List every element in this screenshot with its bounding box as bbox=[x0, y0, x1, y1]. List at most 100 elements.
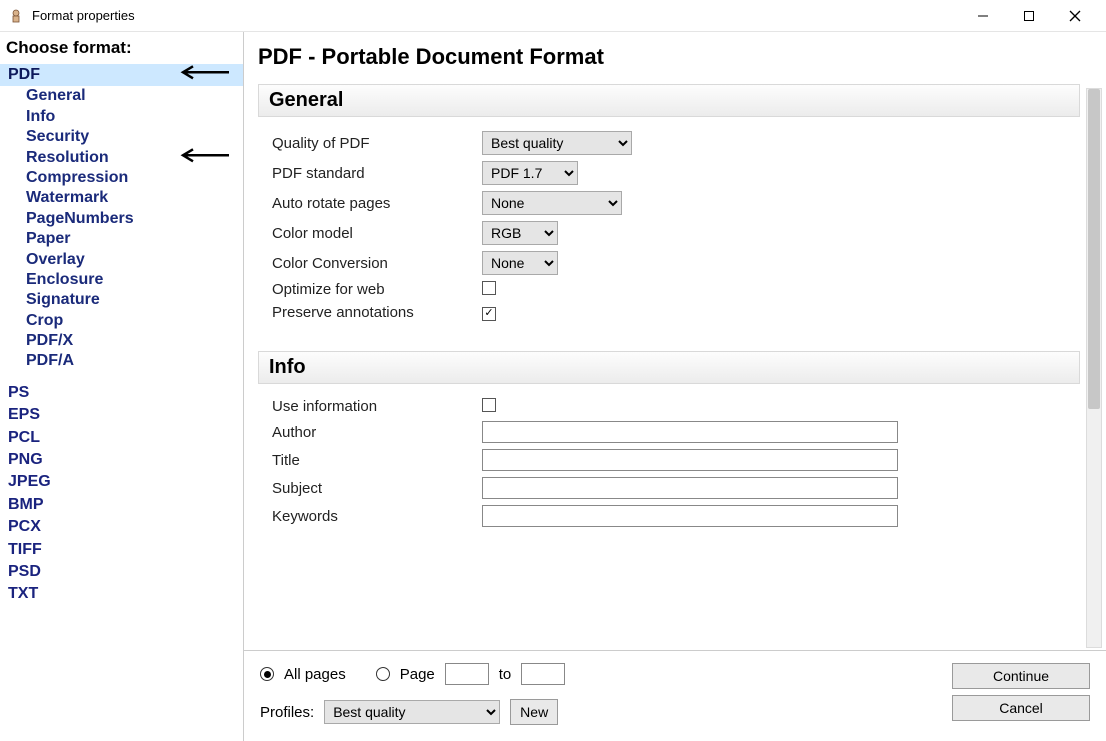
footer: All pages Page to Profiles: Best quality… bbox=[244, 650, 1106, 741]
sidebar-title: Choose format: bbox=[0, 36, 243, 64]
sidebar-item-label: Info bbox=[26, 108, 55, 125]
row-author: Author bbox=[258, 421, 1080, 443]
pdf-child-pdfx[interactable]: PDF/X bbox=[0, 331, 243, 351]
format-item-pcx[interactable]: PCX bbox=[0, 516, 243, 538]
cancel-button[interactable]: Cancel bbox=[952, 695, 1090, 721]
pdf-child-signature[interactable]: Signature bbox=[0, 290, 243, 310]
select-quality[interactable]: Best quality bbox=[482, 131, 632, 155]
format-label: JPEG bbox=[8, 473, 51, 490]
format-item-bmp[interactable]: BMP bbox=[0, 494, 243, 516]
label-profiles: Profiles: bbox=[260, 704, 314, 721]
checkbox-preserve[interactable]: ✓ bbox=[482, 307, 496, 321]
new-profile-button[interactable]: New bbox=[510, 699, 558, 725]
sidebar-item-label: Enclosure bbox=[26, 271, 103, 288]
format-label: EPS bbox=[8, 406, 40, 423]
pdf-child-pagenumbers[interactable]: PageNumbers bbox=[0, 209, 243, 229]
button-label: Continue bbox=[993, 668, 1049, 684]
input-subject[interactable] bbox=[482, 477, 898, 499]
pdf-child-security[interactable]: Security bbox=[0, 127, 243, 147]
format-item-jpeg[interactable]: JPEG bbox=[0, 471, 243, 493]
sidebar-item-label: Resolution bbox=[26, 149, 109, 166]
radio-all-pages[interactable] bbox=[260, 667, 274, 681]
input-page-from[interactable] bbox=[445, 663, 489, 685]
sidebar-item-label: Compression bbox=[26, 169, 128, 186]
main-panel: PDF - Portable Document Format General Q… bbox=[244, 32, 1106, 741]
button-label: Cancel bbox=[999, 700, 1043, 716]
pdf-child-info[interactable]: Info bbox=[0, 107, 243, 127]
format-label: PNG bbox=[8, 451, 43, 468]
row-autorotate: Auto rotate pages None bbox=[258, 191, 1080, 215]
section-header-info: Info bbox=[258, 351, 1080, 384]
pdf-child-overlay[interactable]: Overlay bbox=[0, 250, 243, 270]
format-label: TIFF bbox=[8, 541, 42, 558]
sidebar-item-label: Security bbox=[26, 128, 89, 145]
window-controls bbox=[960, 0, 1098, 32]
continue-button[interactable]: Continue bbox=[952, 663, 1090, 689]
sidebar-item-label: Watermark bbox=[26, 189, 108, 206]
input-page-to[interactable] bbox=[521, 663, 565, 685]
format-label: TXT bbox=[8, 585, 38, 602]
label-optimize: Optimize for web bbox=[272, 281, 482, 298]
row-quality: Quality of PDF Best quality bbox=[258, 131, 1080, 155]
row-colormodel: Color model RGB bbox=[258, 221, 1080, 245]
format-item-pcl[interactable]: PCL bbox=[0, 427, 243, 449]
format-item-png[interactable]: PNG bbox=[0, 449, 243, 471]
label-autorotate: Auto rotate pages bbox=[272, 195, 482, 212]
scrollbar-thumb[interactable] bbox=[1088, 89, 1100, 409]
input-title[interactable] bbox=[482, 449, 898, 471]
format-item-eps[interactable]: EPS bbox=[0, 404, 243, 426]
pdf-child-watermark[interactable]: Watermark bbox=[0, 188, 243, 208]
input-author[interactable] bbox=[482, 421, 898, 443]
input-keywords[interactable] bbox=[482, 505, 898, 527]
format-label: BMP bbox=[8, 496, 44, 513]
pdf-child-resolution[interactable]: Resolution bbox=[0, 148, 243, 168]
sidebar-item-label: Overlay bbox=[26, 251, 85, 268]
sidebar-item-label: PageNumbers bbox=[26, 210, 134, 227]
arrow-annotation-icon bbox=[177, 64, 231, 85]
format-label: PS bbox=[8, 384, 29, 401]
select-autorotate[interactable]: None bbox=[482, 191, 622, 215]
label-to: to bbox=[499, 666, 512, 683]
checkbox-useinfo[interactable] bbox=[482, 398, 496, 412]
pdf-child-general[interactable]: General bbox=[0, 86, 243, 106]
select-standard[interactable]: PDF 1.7 bbox=[482, 161, 578, 185]
pdf-child-paper[interactable]: Paper bbox=[0, 229, 243, 249]
radio-page-range[interactable] bbox=[376, 667, 390, 681]
format-item-psd[interactable]: PSD bbox=[0, 561, 243, 583]
select-profiles[interactable]: Best quality bbox=[324, 700, 500, 724]
close-button[interactable] bbox=[1052, 0, 1098, 32]
format-item-tiff[interactable]: TIFF bbox=[0, 539, 243, 561]
checkbox-optimize[interactable] bbox=[482, 281, 496, 295]
format-label: PCL bbox=[8, 429, 40, 446]
profiles-row: Profiles: Best quality New bbox=[260, 699, 932, 725]
label-preserve: Preserve annotations bbox=[272, 304, 482, 321]
sidebar-item-label: Crop bbox=[26, 312, 63, 329]
sidebar-item-label: Signature bbox=[26, 291, 100, 308]
maximize-button[interactable] bbox=[1006, 0, 1052, 32]
select-colormodel[interactable]: RGB bbox=[482, 221, 558, 245]
sidebar-item-label: PDF/X bbox=[26, 332, 73, 349]
page-range-row: All pages Page to bbox=[260, 663, 932, 685]
page-title: PDF - Portable Document Format bbox=[258, 44, 1080, 70]
format-item-ps[interactable]: PS bbox=[0, 382, 243, 404]
format-item-pdf[interactable]: PDF bbox=[0, 64, 243, 86]
sidebar-item-label: PDF/A bbox=[26, 352, 74, 369]
label-page: Page bbox=[400, 666, 435, 683]
label-all-pages: All pages bbox=[284, 666, 346, 683]
label-subject: Subject bbox=[272, 480, 482, 497]
vertical-scrollbar[interactable] bbox=[1086, 88, 1102, 648]
row-subject: Subject bbox=[258, 477, 1080, 499]
pdf-child-enclosure[interactable]: Enclosure bbox=[0, 270, 243, 290]
app-icon bbox=[8, 8, 24, 24]
pdf-child-pdfa[interactable]: PDF/A bbox=[0, 351, 243, 371]
label-standard: PDF standard bbox=[272, 165, 482, 182]
pdf-child-compression[interactable]: Compression bbox=[0, 168, 243, 188]
row-preserve: Preserve annotations ✓ bbox=[258, 304, 1080, 321]
label-quality: Quality of PDF bbox=[272, 135, 482, 152]
format-item-txt[interactable]: TXT bbox=[0, 583, 243, 605]
minimize-button[interactable] bbox=[960, 0, 1006, 32]
format-label: PCX bbox=[8, 518, 41, 535]
pdf-child-crop[interactable]: Crop bbox=[0, 311, 243, 331]
select-colorconv[interactable]: None bbox=[482, 251, 558, 275]
label-author: Author bbox=[272, 424, 482, 441]
